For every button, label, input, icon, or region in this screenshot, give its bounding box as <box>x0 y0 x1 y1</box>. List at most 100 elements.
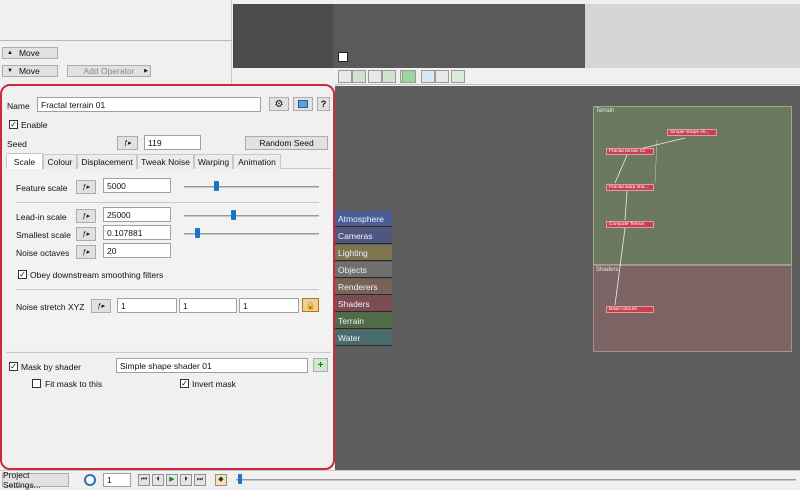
noise-stretch-y-field[interactable]: 1 <box>179 298 237 313</box>
noise-stretch-x-field[interactable]: 1 <box>117 298 177 313</box>
move-down-button[interactable]: ▼ Move <box>2 65 58 77</box>
add-camera-icon[interactable] <box>368 70 382 83</box>
add-image-icon[interactable] <box>352 70 366 83</box>
lead-in-slider-track[interactable] <box>184 215 319 217</box>
help-button[interactable]: ? <box>317 97 330 111</box>
noise-octaves-field[interactable]: 20 <box>103 243 171 258</box>
triangle-down-icon: ▼ <box>7 68 13 74</box>
smallest-scale-label: Smallest scale <box>16 230 71 240</box>
play-icon[interactable]: ▶ <box>166 474 178 486</box>
tab-scale[interactable]: Scale <box>6 153 43 169</box>
node-simple-shape-shader[interactable]: Simple shape sh... <box>667 129 717 136</box>
seed-function-icon[interactable]: ƒ▸ <box>117 136 138 150</box>
node-canvas[interactable]: Terrain Shaders Simple shape sh... Fract… <box>335 86 800 470</box>
noise-stretch-z-field[interactable]: 1 <box>239 298 299 313</box>
category-renderers[interactable]: Renderers <box>335 279 392 295</box>
parameter-panel: Name Fractal terrain 01 ⚙ ? ✓ Enable See… <box>0 84 335 470</box>
noise-stretch-label: Noise stretch XYZ <box>16 302 85 312</box>
node-view-icon[interactable] <box>293 97 313 111</box>
node-fractal-terrain[interactable]: Fractal terrain 01 <box>606 148 654 155</box>
obey-smoothing-checkbox[interactable]: ✓ <box>18 270 27 279</box>
category-shaders[interactable]: Shaders <box>335 296 392 312</box>
category-lighting[interactable]: Lighting <box>335 245 392 261</box>
frame-field[interactable]: 1 <box>103 473 131 487</box>
add-shader-button-icon[interactable]: + <box>313 358 328 372</box>
tab-warping[interactable]: Warping <box>194 154 233 169</box>
left-top-panel: ▲ Move ▼ Move Add Operator ▶ <box>0 0 232 84</box>
enable-label: Enable <box>21 120 48 130</box>
move-down-label: Move <box>18 66 40 76</box>
fit-mask-label: Fit mask to this <box>45 379 103 389</box>
tab-colour[interactable]: Colour <box>43 154 77 169</box>
link-icon[interactable] <box>451 70 465 83</box>
category-atmosphere[interactable]: Atmosphere <box>335 211 392 227</box>
smallest-scale-field[interactable]: 0.107881 <box>103 225 171 240</box>
add-operator-button[interactable]: Add Operator ▶ <box>67 65 151 77</box>
fit-mask-checkbox[interactable] <box>32 379 41 388</box>
lead-in-slider-thumb[interactable] <box>231 210 236 220</box>
smallest-slider-thumb[interactable] <box>195 228 200 238</box>
feature-scale-slider-thumb[interactable] <box>214 181 219 191</box>
smallest-slider-track[interactable] <box>184 233 319 235</box>
category-cameras[interactable]: Cameras <box>335 228 392 244</box>
eye-icon[interactable] <box>421 70 435 83</box>
skip-end-icon[interactable]: ⏭ <box>194 474 206 486</box>
fit-view-icon[interactable] <box>435 70 449 83</box>
step-forward-icon[interactable]: ⏵ <box>180 474 192 486</box>
add-shader-icon[interactable] <box>382 70 396 83</box>
view-toggle-icon[interactable] <box>338 52 348 62</box>
section-divider <box>16 289 319 290</box>
noise-octaves-label: Noise octaves <box>16 248 70 258</box>
feature-scale-function-icon[interactable]: ƒ▸ <box>76 180 96 194</box>
link-line <box>654 139 658 184</box>
keyframe-icon[interactable]: ◆ <box>215 474 227 486</box>
add-operator-label: Add Operator <box>83 66 135 76</box>
tab-displacement[interactable]: Displacement <box>77 154 137 169</box>
seed-label: Seed <box>7 139 27 149</box>
link-line <box>614 227 626 306</box>
name-field[interactable]: Fractal terrain 01 <box>37 97 261 112</box>
timeline-track[interactable] <box>236 479 796 481</box>
noise-octaves-function-icon[interactable]: ƒ▸ <box>76 245 96 259</box>
move-up-button[interactable]: ▲ Move <box>2 47 58 59</box>
feature-scale-slider-track[interactable] <box>184 186 319 188</box>
invert-mask-checkbox[interactable]: ✓ <box>180 379 189 388</box>
skip-start-icon[interactable]: ⏮ <box>138 474 150 486</box>
lock-icon[interactable]: 🔒 <box>302 298 319 312</box>
feature-scale-label: Feature scale <box>16 183 68 193</box>
tab-content: Feature scale ƒ▸ 5000 Lead-in scale ƒ▸ 2… <box>6 169 331 348</box>
settings-gear-icon[interactable]: ⚙ <box>269 97 289 111</box>
node-fractal-warp-shader[interactable]: Fractal warp sha... <box>606 184 654 191</box>
enable-checkbox[interactable]: ✓ <box>9 120 18 129</box>
tab-tweak-noise[interactable]: Tweak Noise <box>137 154 194 169</box>
node-compute-terrain[interactable]: Compute Terrain <box>606 221 654 228</box>
lead-in-scale-field[interactable]: 25000 <box>103 207 171 222</box>
node-base-colours[interactable]: Base colours <box>606 306 654 313</box>
timeline-thumb[interactable] <box>238 474 242 484</box>
arrow-right-icon: ▶ <box>144 68 148 74</box>
mask-by-shader-checkbox[interactable]: ✓ <box>9 362 18 371</box>
random-seed-button[interactable]: Random Seed <box>245 136 328 150</box>
section-divider <box>16 202 319 203</box>
category-water[interactable]: Water <box>335 330 392 346</box>
mask-shader-field[interactable]: Simple shape shader 01 <box>116 358 308 373</box>
add-object-icon[interactable] <box>338 70 352 83</box>
category-objects[interactable]: Objects <box>335 262 392 278</box>
project-settings-button[interactable]: Project Settings... <box>2 470 69 490</box>
clock-icon[interactable] <box>84 474 96 486</box>
name-label: Name <box>7 101 30 111</box>
viewport-pane-right <box>585 0 800 68</box>
bottom-bar: Project Settings... 1 ⏮ ⏴ ▶ ⏵ ⏭ ◆ <box>0 470 800 490</box>
lead-in-function-icon[interactable]: ƒ▸ <box>76 209 96 223</box>
top-divider <box>0 40 232 41</box>
feature-scale-field[interactable]: 5000 <box>103 178 171 193</box>
smallest-scale-function-icon[interactable]: ƒ▸ <box>76 227 96 241</box>
noise-stretch-function-icon[interactable]: ƒ▸ <box>91 299 111 313</box>
category-terrain[interactable]: Terrain <box>335 313 392 329</box>
refresh-icon[interactable] <box>402 70 416 83</box>
seed-field[interactable]: 119 <box>144 135 201 150</box>
tab-animation[interactable]: Animation <box>233 154 281 169</box>
mask-by-shader-label: Mask by shader <box>21 362 81 372</box>
obey-smoothing-label: Obey downstream smoothing filters <box>30 270 164 280</box>
step-back-icon[interactable]: ⏴ <box>152 474 164 486</box>
